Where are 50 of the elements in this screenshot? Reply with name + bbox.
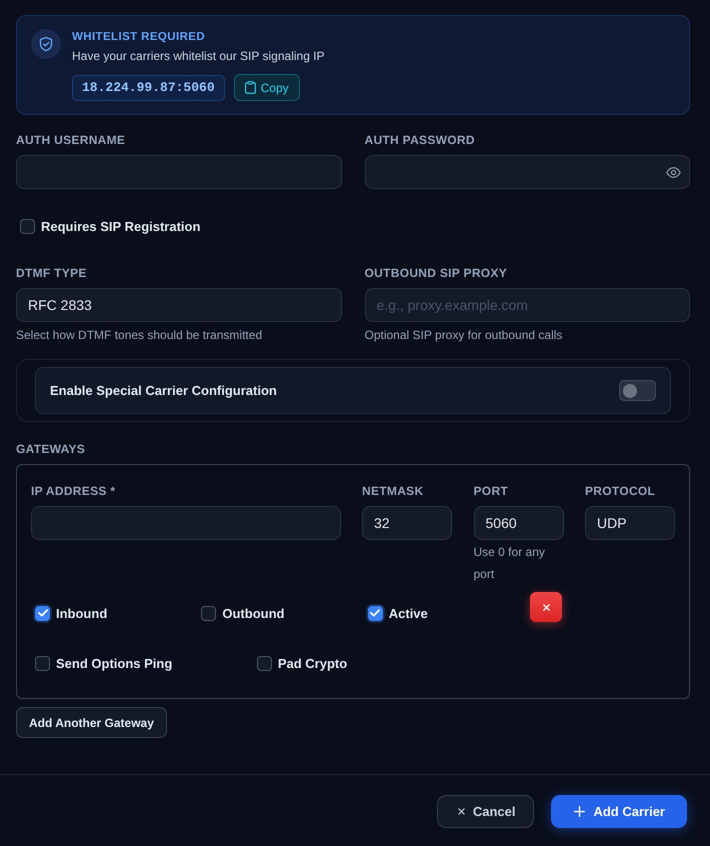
close-icon (542, 604, 550, 610)
add-gateway-button[interactable]: Add Another Gateway (16, 707, 167, 738)
checkbox-label[interactable]: Pad Crypto (278, 656, 348, 670)
text-field[interactable]: RFC 2833 (16, 288, 342, 322)
checkbox[interactable] (368, 606, 383, 620)
ip-address: 18.224.99.87:5060 (72, 74, 225, 100)
plus-icon (574, 806, 586, 817)
password-field[interactable] (364, 155, 690, 189)
field-hint: Select how DTMF tones should be transmitted (16, 327, 264, 343)
clipboard-icon (244, 81, 256, 94)
text-field[interactable]: e.g., proxy.example.com (364, 288, 690, 322)
checkbox[interactable] (35, 606, 50, 620)
text-field[interactable]: UDP (585, 506, 675, 540)
text-field[interactable] (31, 506, 340, 540)
shield-icon (31, 29, 61, 59)
field-label: IP ADDRESS * (31, 483, 116, 499)
field-hint: Optional SIP proxy for outbound calls (364, 327, 564, 343)
text-field[interactable]: 5060 (474, 506, 564, 540)
close-icon (458, 808, 465, 815)
cancel-button[interactable]: Cancel (436, 795, 534, 828)
check-icon (370, 609, 380, 617)
field-label: PROTOCOL (585, 483, 656, 499)
checkbox[interactable] (35, 656, 50, 670)
text-field[interactable] (16, 155, 342, 189)
banner-title: WHITELIST REQUIRED (72, 30, 206, 45)
field-hint: Use 0 for any port (474, 544, 546, 583)
banner-message: Have your carriers whitelist our SIP signaling IP (72, 48, 325, 64)
checkbox[interactable] (201, 606, 216, 620)
field-label: DTMF TYPE (16, 265, 88, 281)
copy-button[interactable]: Copy (234, 74, 300, 101)
field-label: OUTBOUND SIP PROXY (364, 265, 508, 281)
checkbox[interactable] (20, 218, 35, 234)
checkbox[interactable] (256, 656, 272, 670)
checkbox-label[interactable]: Active (388, 606, 428, 620)
field-label: AUTH USERNAME (16, 132, 126, 148)
delete-button[interactable] (530, 592, 562, 622)
check-icon (38, 609, 48, 617)
field-label: NETMASK (362, 483, 424, 499)
config-label: Enable Special Carrier Configuration (50, 383, 277, 398)
toggle-switch[interactable] (619, 380, 656, 401)
checkbox-label[interactable]: Outbound (222, 606, 284, 620)
checkbox-label[interactable]: Inbound (56, 606, 108, 620)
section-label: GATEWAYS (16, 441, 86, 457)
add-carrier-button[interactable]: Add Carrier (551, 795, 687, 828)
text-field[interactable]: 32 (362, 506, 452, 540)
checkbox-label[interactable]: Send Options Ping (56, 656, 172, 670)
field-label: PORT (474, 483, 510, 499)
field-label: AUTH PASSWORD (364, 132, 476, 148)
eye-icon[interactable] (666, 166, 681, 178)
checkbox-label[interactable]: Requires SIP Registration (41, 218, 200, 234)
